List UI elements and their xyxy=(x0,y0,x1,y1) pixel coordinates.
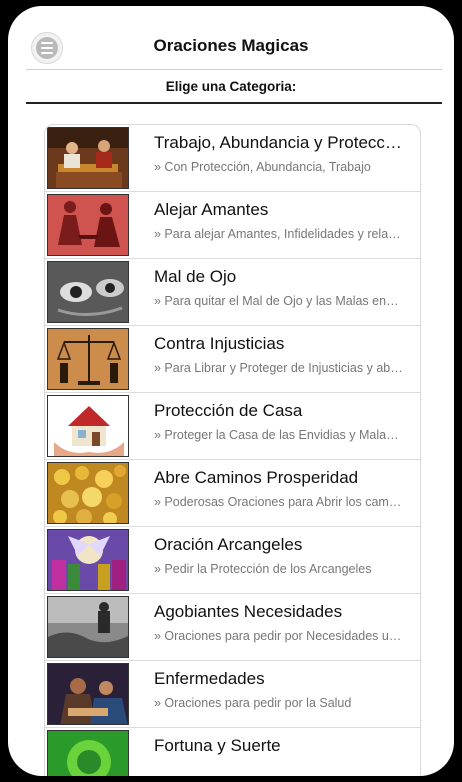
item-description: » Poderosas Oraciones para Abrir los cam… xyxy=(154,495,404,509)
item-description: » Para alejar Amantes, Infidelidades y r… xyxy=(154,227,404,241)
list-item-agobiantes-necesidades[interactable]: Agobiantes Necesidades » Oraciones para … xyxy=(45,594,420,661)
thumbnail-image xyxy=(47,529,129,591)
list-item-contra-injusticias[interactable]: Contra Injusticias » Para Librar y Prote… xyxy=(45,326,420,393)
list-item-proteccion-de-casa[interactable]: Protección de Casa » Proteger la Casa de… xyxy=(45,393,420,460)
list-item-abre-caminos[interactable]: Abre Caminos Prosperidad » Poderosas Ora… xyxy=(45,460,420,527)
item-description: » Proteger la Casa de las Envidias y Mal… xyxy=(154,428,404,442)
item-title: Fortuna y Suerte xyxy=(154,736,281,755)
thumbnail-image xyxy=(47,596,129,658)
thumbnail-image xyxy=(47,328,129,390)
item-title: Mal de Ojo xyxy=(154,267,237,286)
item-title: Agobiantes Necesidades xyxy=(154,602,343,621)
category-list: Trabajo, Abundancia y Protección » Con P… xyxy=(44,124,421,776)
list-item-alejar-amantes[interactable]: Alejar Amantes » Para alejar Amantes, In… xyxy=(45,192,420,259)
list-item-fortuna-y-suerte[interactable]: Fortuna y Suerte xyxy=(45,728,420,776)
app-screen: Oraciones Magicas Elige una Categoria: T… xyxy=(8,6,454,776)
item-description: » Oraciones para pedir por Necesidades u… xyxy=(154,629,404,643)
item-title: Abre Caminos Prosperidad xyxy=(154,468,359,487)
list-item-trabajo[interactable]: Trabajo, Abundancia y Protección » Con P… xyxy=(45,125,420,192)
header: Oraciones Magicas xyxy=(8,6,454,76)
item-title: Enfermedades xyxy=(154,669,265,688)
item-description: » Para Librar y Proteger de Injusticias … xyxy=(154,361,404,375)
item-description: » Con Protección, Abundancia, Trabajo xyxy=(154,160,371,174)
thumbnail-image xyxy=(47,261,129,323)
thumbnail-image xyxy=(47,663,129,725)
thumbnail-image xyxy=(47,395,129,457)
item-description: » Para quitar el Mal de Ojo y las Malas … xyxy=(154,294,404,308)
item-title: Trabajo, Abundancia y Protección xyxy=(154,133,404,152)
thumbnail-image xyxy=(47,194,129,256)
page-title: Oraciones Magicas xyxy=(153,36,309,55)
item-title: Protección de Casa xyxy=(154,401,303,420)
divider xyxy=(26,102,442,104)
item-title: Contra Injusticias xyxy=(154,334,285,353)
item-title: Oración Arcangeles xyxy=(154,535,303,554)
category-prompt: Elige una Categoria: xyxy=(165,79,297,94)
thumbnail-image xyxy=(47,730,129,776)
divider xyxy=(26,69,442,70)
item-description: » Oraciones para pedir por la Salud xyxy=(154,696,352,710)
thumbnail-image xyxy=(47,462,129,524)
thumbnail-image xyxy=(47,127,129,189)
item-description: » Pedir la Protección de los Arcangeles xyxy=(154,562,372,576)
item-title: Alejar Amantes xyxy=(154,200,269,219)
list-item-enfermedades[interactable]: Enfermedades » Oraciones para pedir por … xyxy=(45,661,420,728)
list-item-mal-de-ojo[interactable]: Mal de Ojo » Para quitar el Mal de Ojo y… xyxy=(45,259,420,326)
list-item-oracion-arcangeles[interactable]: Oración Arcangeles » Pedir la Protección… xyxy=(45,527,420,594)
